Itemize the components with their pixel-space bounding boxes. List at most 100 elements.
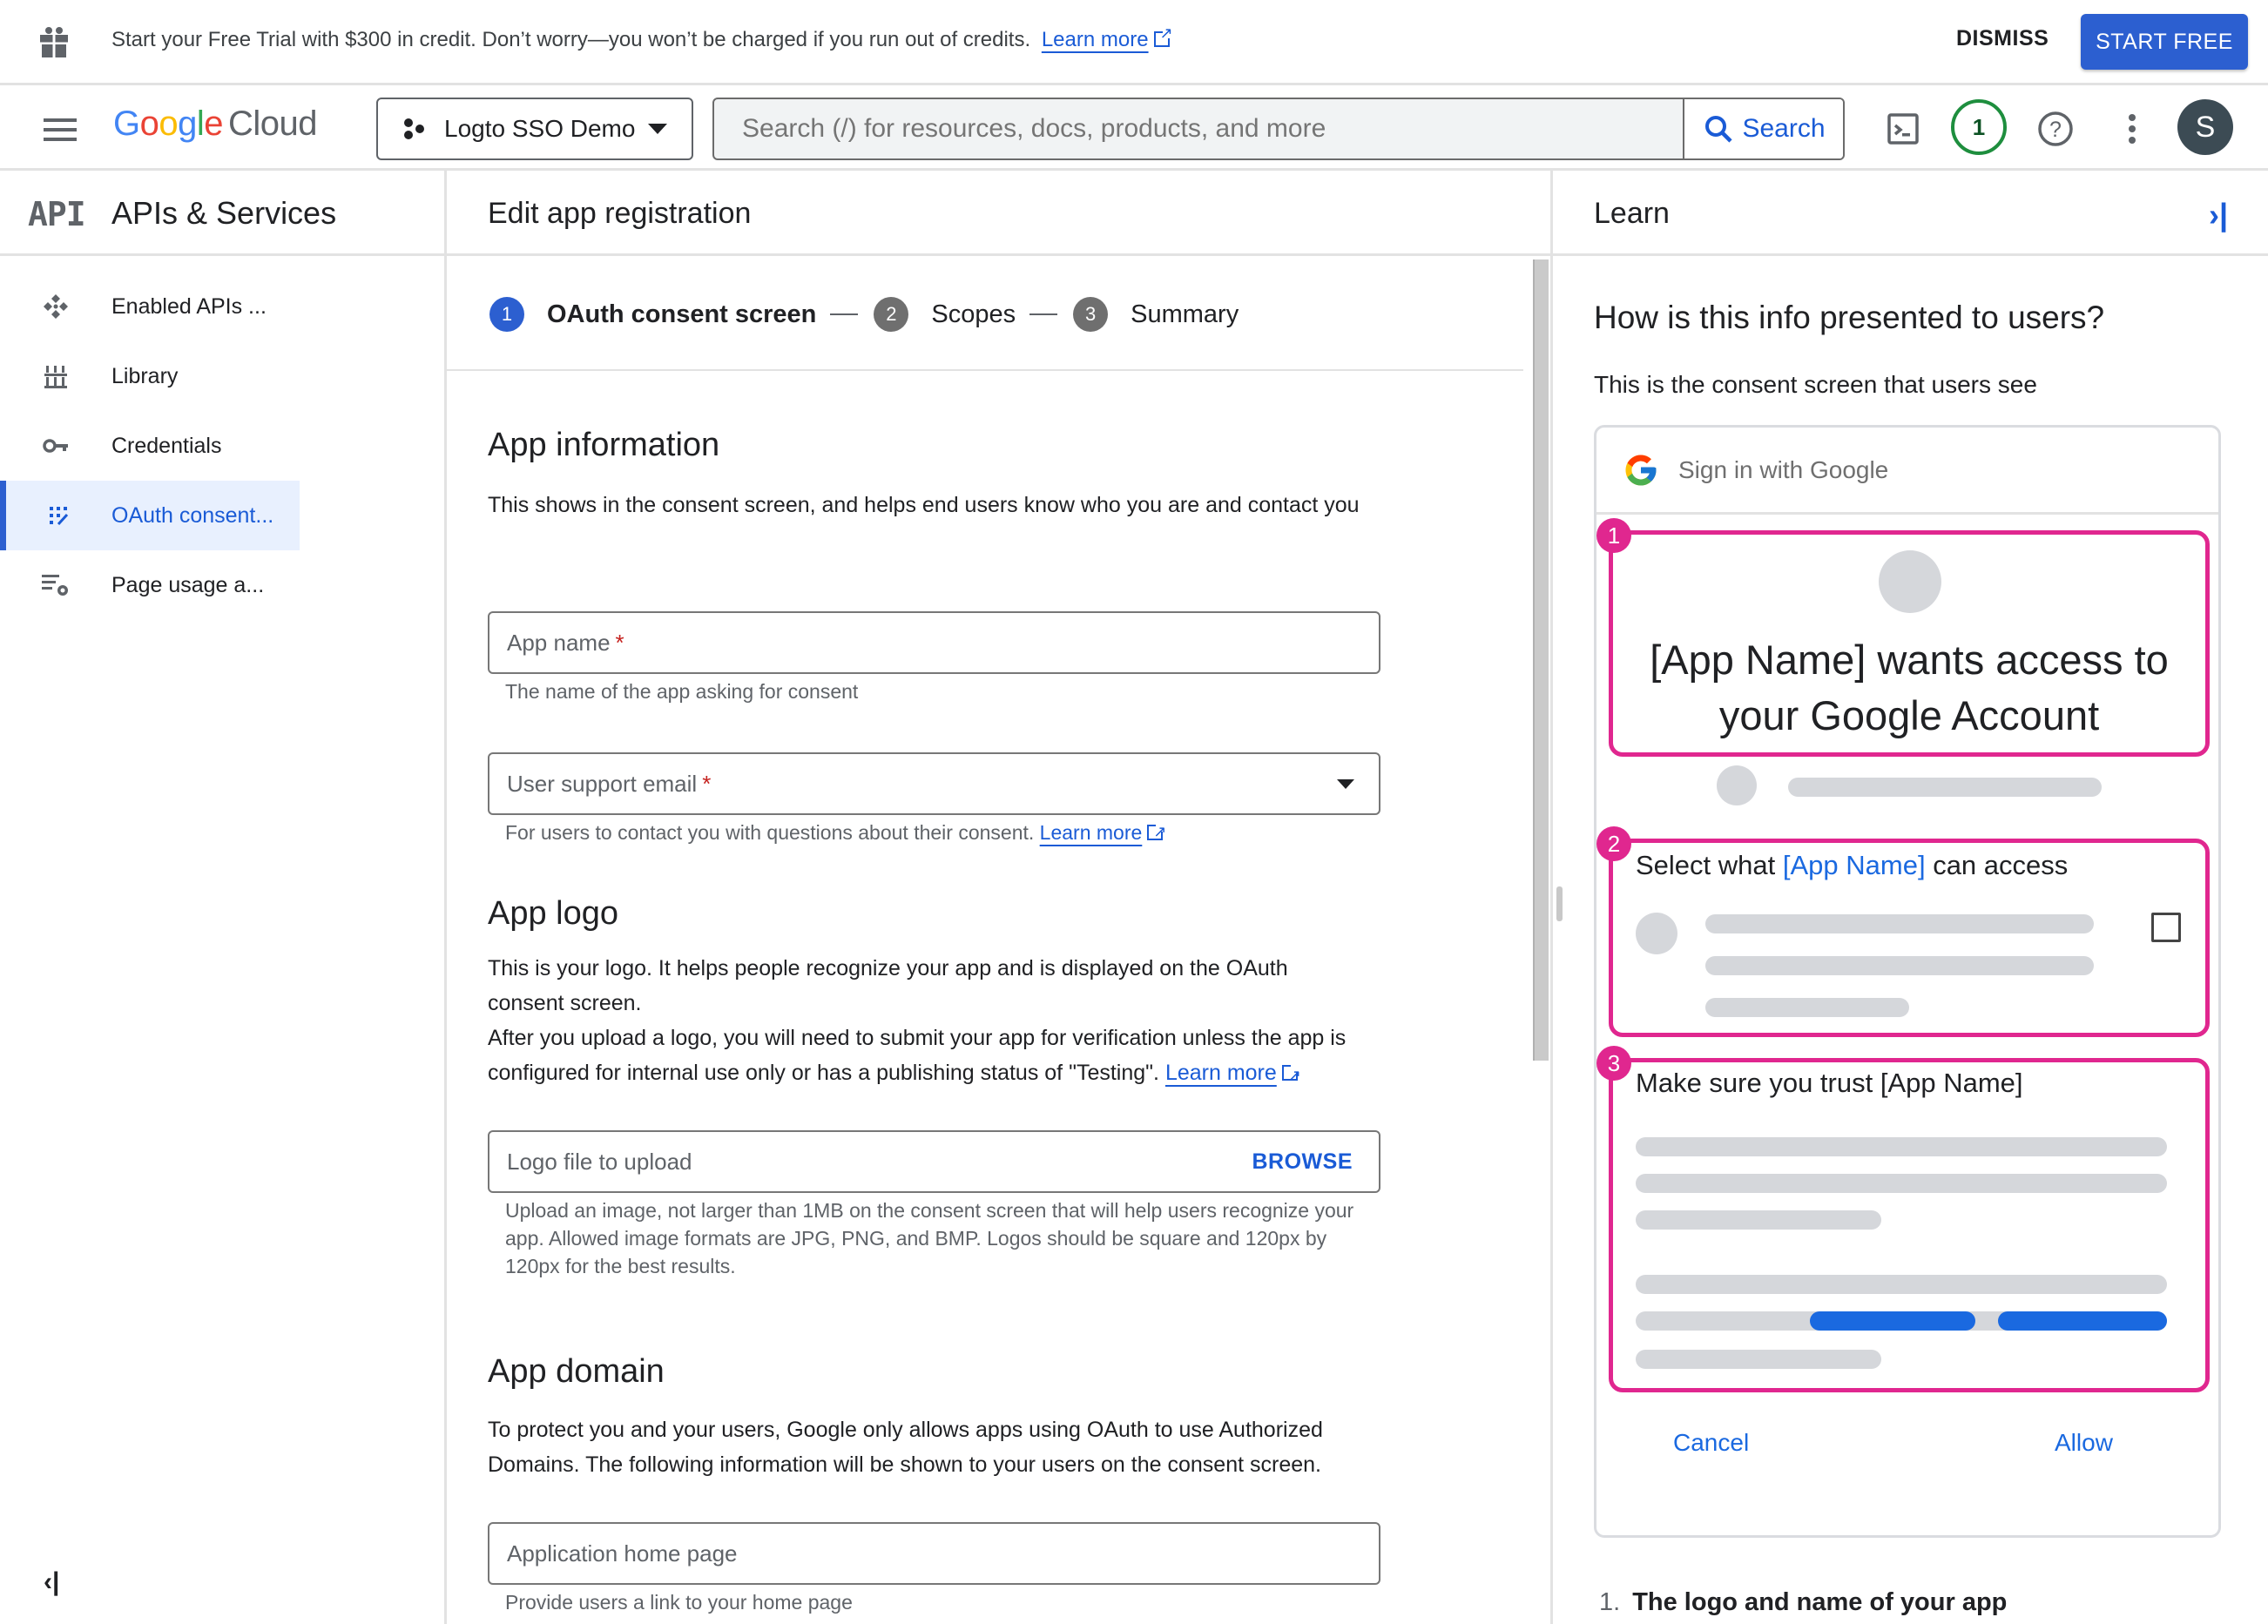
callout-badge-1: 1 bbox=[1596, 518, 1631, 553]
skeleton-line bbox=[1705, 914, 2094, 933]
panel-divider bbox=[1550, 171, 1553, 1624]
app-name-label: App name bbox=[507, 629, 611, 656]
required-mark: * bbox=[702, 770, 712, 797]
preview-section-3: Make sure you trust [App Name] bbox=[1609, 1058, 2210, 1392]
wants-access-text: [App Name] wants access to your Google A… bbox=[1650, 637, 2169, 738]
search-bar: Search bbox=[712, 98, 1845, 160]
main-scrollbar[interactable] bbox=[1533, 259, 1549, 1061]
terms-link-placeholder bbox=[1998, 1311, 2167, 1331]
skeleton-line bbox=[1705, 998, 1909, 1017]
skeleton-line bbox=[1636, 1350, 1881, 1369]
scope-checkbox[interactable] bbox=[2151, 913, 2181, 942]
main-menu-icon[interactable] bbox=[44, 118, 77, 141]
sidebar-item-library[interactable]: Library bbox=[0, 341, 300, 411]
stepper: 1 OAuth consent screen 2 Scopes 3 Summar… bbox=[489, 293, 1239, 336]
learn-panel-title: Learn bbox=[1594, 197, 1670, 230]
gift-icon bbox=[40, 27, 68, 57]
skeleton-line bbox=[1636, 1275, 2167, 1294]
external-link-icon bbox=[1153, 24, 1173, 47]
step-1-badge: 1 bbox=[489, 297, 524, 332]
step-2-label[interactable]: Scopes bbox=[931, 300, 1016, 329]
google-g-icon bbox=[1625, 455, 1657, 485]
banner-message: Start your Free Trial with $300 in credi… bbox=[111, 24, 1173, 52]
dismiss-button[interactable]: DISMISS bbox=[1956, 26, 2049, 51]
logo-file-input[interactable]: Logo file to upload BROWSE bbox=[488, 1130, 1380, 1193]
learn-subtext: This is the consent screen that users se… bbox=[1594, 371, 2037, 398]
app-logo-learn-more-link[interactable]: Learn more bbox=[1165, 1061, 1277, 1085]
app-information-heading: App information bbox=[488, 427, 720, 463]
support-email-learn-more-link[interactable]: Learn more bbox=[1040, 821, 1143, 844]
help-icon[interactable]: ? bbox=[2031, 104, 2080, 153]
project-picker[interactable]: Logto SSO Demo bbox=[376, 98, 693, 160]
select-access-text: Select what [App Name] can access bbox=[1636, 850, 2069, 880]
app-domain-heading: App domain bbox=[488, 1353, 665, 1390]
start-free-button[interactable]: START FREE bbox=[2081, 14, 2248, 70]
home-page-label: Application home page bbox=[507, 1540, 738, 1567]
account-avatar[interactable]: S bbox=[2177, 99, 2233, 155]
app-logo-heading: App logo bbox=[488, 895, 619, 932]
support-email-label: User support email bbox=[507, 770, 698, 797]
collapse-sidebar-icon[interactable]: ‹| bbox=[44, 1567, 59, 1597]
page-title: Edit app registration bbox=[488, 197, 752, 230]
product-title: APIs & Services bbox=[111, 195, 337, 231]
skeleton-line bbox=[1636, 1137, 2167, 1156]
home-page-hint: Provide users a link to your home page bbox=[505, 1591, 853, 1614]
scope-icon-placeholder bbox=[1636, 913, 1677, 954]
consent-preview-card: Sign in with Google [App Name] wants acc… bbox=[1594, 425, 2221, 1538]
learn-heading: How is this info presented to users? bbox=[1594, 300, 2105, 335]
preview-section-2: Select what [App Name] can access bbox=[1609, 839, 2210, 1037]
app-name-hint: The name of the app asking for consent bbox=[505, 680, 859, 703]
sidebar-item-credentials[interactable]: Credentials bbox=[0, 411, 300, 481]
project-name: Logto SSO Demo bbox=[444, 115, 636, 142]
account-email-placeholder bbox=[1788, 778, 2102, 797]
app-information-desc: This shows in the consent screen, and he… bbox=[488, 493, 1360, 517]
search-input[interactable] bbox=[714, 99, 1683, 158]
external-link-icon bbox=[1147, 818, 1166, 846]
callout-badge-3: 3 bbox=[1596, 1046, 1631, 1081]
banner-text: Start your Free Trial with $300 in credi… bbox=[111, 28, 1031, 51]
panel-resize-handle[interactable] bbox=[1556, 886, 1563, 921]
search-button[interactable]: Search bbox=[1683, 99, 1843, 158]
sidebar-divider bbox=[444, 171, 447, 1624]
app-logo-placeholder bbox=[1879, 550, 1941, 613]
cloud-shell-icon[interactable] bbox=[1879, 104, 1927, 153]
sub-header bbox=[0, 171, 2268, 256]
step-1-label[interactable]: OAuth consent screen bbox=[547, 300, 816, 329]
collapse-panel-icon[interactable]: ›| bbox=[2209, 197, 2228, 233]
required-mark: * bbox=[615, 629, 624, 656]
browse-button[interactable]: BROWSE bbox=[1252, 1149, 1353, 1175]
callout-badge-2: 2 bbox=[1596, 826, 1631, 861]
logo-file-label: Logo file to upload bbox=[507, 1148, 692, 1175]
step-3-label[interactable]: Summary bbox=[1131, 300, 1239, 329]
learn-list-item: 1. The logo and name of your app bbox=[1599, 1588, 2008, 1616]
api-logo-icon: API bbox=[28, 195, 86, 233]
sidebar-item-oauth-consent[interactable]: OAuth consent... bbox=[0, 481, 300, 550]
sidebar-item-enabled-apis[interactable]: Enabled APIs ... bbox=[0, 272, 300, 341]
page-usage-icon bbox=[42, 575, 68, 596]
skeleton-line bbox=[1636, 1210, 1881, 1230]
more-vert-icon[interactable] bbox=[2108, 104, 2157, 153]
account-avatar-placeholder bbox=[1717, 765, 1757, 805]
preview-cancel-button: Cancel bbox=[1673, 1429, 1750, 1456]
search-icon bbox=[1705, 116, 1733, 143]
banner-learn-more-link[interactable]: Learn more bbox=[1042, 28, 1149, 51]
support-email-hint: For users to contact you with questions … bbox=[505, 818, 1359, 846]
dropdown-arrow-icon bbox=[1337, 778, 1354, 789]
app-name-input[interactable]: App name * bbox=[488, 611, 1380, 674]
stepper-divider bbox=[447, 369, 1523, 371]
project-icon bbox=[404, 118, 424, 139]
user-support-email-select[interactable]: User support email * bbox=[488, 752, 1380, 815]
library-icon bbox=[44, 366, 67, 388]
oauth-consent-icon bbox=[49, 507, 68, 526]
preview-section-1: [App Name] wants access to your Google A… bbox=[1609, 530, 2210, 757]
google-cloud-logo[interactable]: Google Cloud bbox=[113, 104, 318, 144]
privacy-policy-link-placeholder bbox=[1810, 1311, 1975, 1331]
step-3-badge: 3 bbox=[1073, 297, 1109, 332]
external-link-icon bbox=[1281, 1058, 1301, 1093]
notifications-badge[interactable]: 1 bbox=[1951, 99, 2007, 155]
key-icon bbox=[43, 439, 68, 453]
sidebar-item-page-usage[interactable]: Page usage a... bbox=[0, 550, 300, 620]
application-home-page-input[interactable]: Application home page bbox=[488, 1522, 1380, 1585]
logo-upload-hint: Upload an image, not larger than 1MB on … bbox=[505, 1199, 1354, 1277]
preview-allow-button: Allow bbox=[2055, 1429, 2113, 1456]
